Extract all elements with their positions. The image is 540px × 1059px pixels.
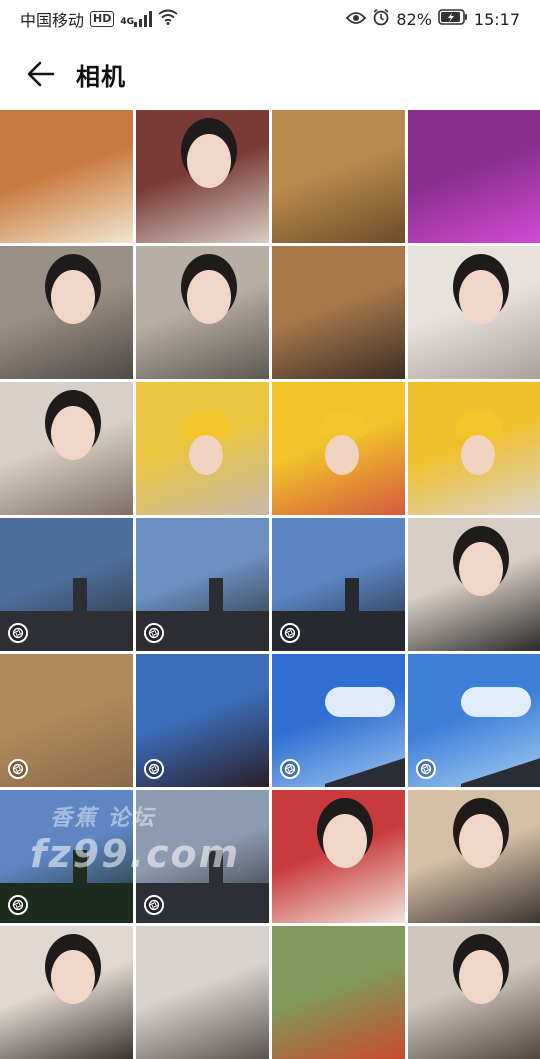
- arrow-left-icon: [27, 61, 55, 87]
- back-button[interactable]: [20, 53, 62, 95]
- photo-thumbnail[interactable]: [0, 790, 133, 923]
- photo-thumbnail[interactable]: [136, 246, 269, 379]
- aperture-icon: [144, 759, 164, 779]
- photo-face: [50, 949, 95, 1004]
- photo-hat: [454, 411, 503, 438]
- photo-tower: [73, 577, 88, 618]
- photo-face: [186, 269, 231, 324]
- photo-face: [461, 435, 496, 476]
- photo-thumbnail[interactable]: [0, 926, 133, 1059]
- battery-percent: 82%: [396, 9, 432, 29]
- photo-grid: [0, 110, 540, 1059]
- photo-building: [461, 757, 540, 787]
- clock-time: 15:17: [473, 9, 520, 29]
- aperture-icon: [144, 895, 164, 915]
- aperture-icon: [280, 623, 300, 643]
- photo-thumbnail[interactable]: [0, 654, 133, 787]
- status-bar: 中国移动 HD 4G 82% 15:17: [0, 0, 540, 38]
- aperture-icon: [280, 759, 300, 779]
- aperture-icon: [144, 623, 164, 643]
- battery-icon: [438, 9, 468, 29]
- photo-thumbnail[interactable]: [136, 654, 269, 787]
- photo-building: [325, 757, 405, 787]
- photo-tower: [345, 577, 360, 618]
- aperture-icon: [416, 759, 436, 779]
- app-header: 相机: [0, 38, 540, 110]
- photo-thumbnail[interactable]: [408, 790, 540, 923]
- photo-face: [186, 133, 231, 188]
- aperture-icon: [8, 623, 28, 643]
- photo-cloud: [325, 687, 396, 718]
- photo-thumbnail[interactable]: [0, 110, 133, 243]
- photo-thumbnail[interactable]: [136, 382, 269, 515]
- eye-icon: [346, 10, 367, 29]
- photo-tower: [209, 577, 224, 618]
- photo-face: [458, 949, 503, 1004]
- wifi-icon: [158, 9, 178, 29]
- photo-face: [458, 269, 503, 324]
- photo-thumbnail[interactable]: [408, 518, 540, 651]
- photo-hat: [318, 411, 367, 438]
- photo-thumbnail[interactable]: [0, 518, 133, 651]
- photo-thumbnail[interactable]: [408, 926, 540, 1059]
- status-right: 82% 15:17: [346, 8, 520, 30]
- photo-thumbnail[interactable]: [0, 382, 133, 515]
- photo-face: [325, 435, 360, 476]
- photo-tower: [73, 849, 88, 890]
- carrier-name: 中国移动: [20, 11, 85, 30]
- aperture-icon: [8, 895, 28, 915]
- photo-thumbnail[interactable]: [408, 382, 540, 515]
- photo-thumbnail[interactable]: [272, 382, 405, 515]
- photo-thumbnail[interactable]: [272, 518, 405, 651]
- photo-thumbnail[interactable]: [136, 110, 269, 243]
- photo-thumbnail[interactable]: [272, 926, 405, 1059]
- photo-thumbnail[interactable]: [136, 926, 269, 1059]
- photo-face: [322, 813, 367, 868]
- photo-face: [50, 269, 95, 324]
- photo-thumbnail[interactable]: [408, 246, 540, 379]
- page-title: 相机: [76, 62, 126, 91]
- photo-face: [189, 435, 224, 476]
- photo-thumbnail[interactable]: [272, 110, 405, 243]
- photo-tower: [209, 849, 224, 890]
- signal-icon: 4G: [120, 11, 153, 27]
- aperture-icon: [8, 759, 28, 779]
- photo-thumbnail[interactable]: [0, 246, 133, 379]
- hd-badge: HD: [90, 11, 115, 27]
- photo-thumbnail[interactable]: [272, 790, 405, 923]
- photo-thumbnail[interactable]: [136, 790, 269, 923]
- photo-face: [50, 405, 95, 460]
- photo-cloud: [461, 687, 532, 718]
- photo-face: [458, 541, 503, 596]
- photo-thumbnail[interactable]: [272, 654, 405, 787]
- photo-thumbnail[interactable]: [136, 518, 269, 651]
- photo-thumbnail[interactable]: [272, 246, 405, 379]
- alarm-icon: [372, 8, 390, 30]
- photo-hat: [182, 411, 231, 438]
- photo-face: [458, 813, 503, 868]
- photo-thumbnail[interactable]: [408, 654, 540, 787]
- photo-thumbnail[interactable]: [408, 110, 540, 243]
- status-left: 中国移动 HD 4G: [20, 7, 178, 31]
